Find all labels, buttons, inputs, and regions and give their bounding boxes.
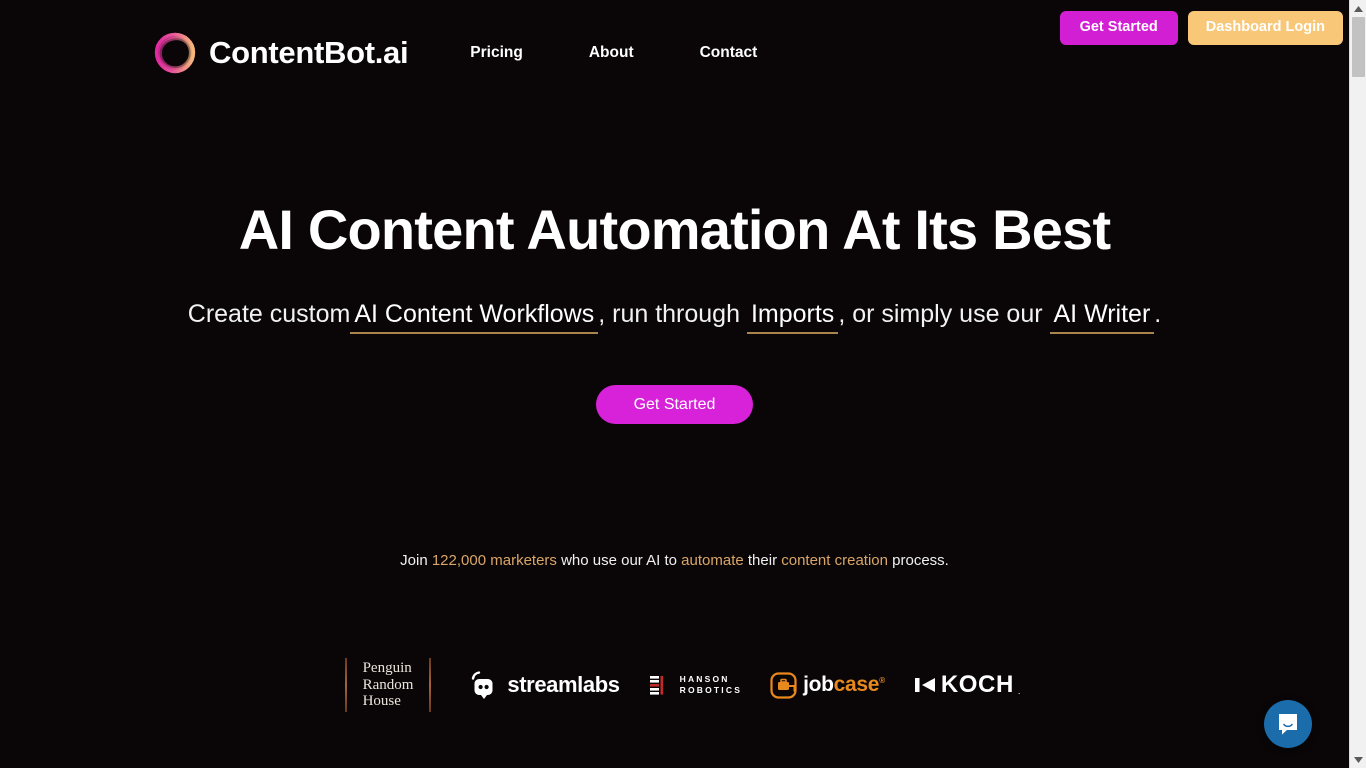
scrollbar-down-arrow[interactable] <box>1350 751 1366 768</box>
browser-page: Get Started Dashboard Login ContentBot.a… <box>0 0 1366 768</box>
nav-item-contact[interactable]: Contact <box>700 38 758 68</box>
site-header: ContentBot.ai Pricing About Contact <box>0 30 1349 76</box>
hero-sub-part-4: , or simply use our <box>838 300 1050 328</box>
koch-icon <box>914 678 935 692</box>
scrollbar-up-arrow[interactable] <box>1350 0 1366 17</box>
logo-penguin-random-house: Penguin Random House <box>363 660 414 710</box>
hero-title: AI Content Automation At Its Best <box>238 198 1111 261</box>
jobcase-registered-mark: ® <box>879 676 885 685</box>
social-proof-part-4: their <box>743 552 782 569</box>
social-proof-part-2: who use our AI to <box>556 552 682 569</box>
logo-streamlabs: streamlabs <box>469 670 620 700</box>
logo-divider-left <box>344 658 347 712</box>
jobcase-word-case: case <box>833 673 880 696</box>
nav-item-pricing[interactable]: Pricing <box>470 38 523 68</box>
main-navigation: Pricing About Contact <box>470 38 823 68</box>
hanson-robotics-wordmark: HANSON ROBOTICS <box>680 674 742 696</box>
hero-sub-part-2: , run through <box>598 300 747 328</box>
jobcase-wordmark: jobcase® <box>803 673 885 697</box>
brand-logo-link[interactable]: ContentBot.ai <box>152 30 409 76</box>
gradient-ring-icon <box>154 32 196 74</box>
chevron-up-icon <box>1354 5 1363 12</box>
prh-line-3: House <box>362 693 401 710</box>
streamlabs-wordmark: streamlabs <box>507 672 620 697</box>
hero-subtitle: Create custom AI Content Workflows, run t… <box>0 298 1349 334</box>
logo-hanson-robotics: HANSON ROBOTICS <box>649 674 742 696</box>
scrollbar-thumb[interactable] <box>1352 17 1365 77</box>
logo-jobcase: jobcase® <box>770 671 885 699</box>
social-proof-part-6: process. <box>887 552 949 569</box>
logo-koch: KOCH . <box>914 671 1021 699</box>
koch-trademark: . <box>1017 686 1021 696</box>
hero-link-ai-writer[interactable]: AI Writer <box>1049 300 1155 334</box>
hero-link-ai-content-workflows[interactable]: AI Content Workflows <box>350 300 599 334</box>
page-viewport: Get Started Dashboard Login ContentBot.a… <box>0 0 1349 768</box>
hero-sub-part-0: Create custom <box>187 300 351 328</box>
social-proof-marketers: 122,000 marketers <box>431 552 557 569</box>
chevron-down-icon <box>1354 756 1363 763</box>
jobcase-word-job: job <box>803 673 834 696</box>
social-proof-part-0: Join <box>400 552 432 569</box>
hanson-line-1: HANSON <box>679 674 730 684</box>
prh-line-2: Random <box>362 676 414 693</box>
logo-divider-mid <box>429 658 432 712</box>
hero-sub-part-6: . <box>1154 300 1162 328</box>
nav-item-about[interactable]: About <box>589 38 634 68</box>
streamlabs-icon <box>472 671 493 699</box>
client-logo-strip: Penguin Random House streamlabs HANSON R… <box>0 658 1349 712</box>
chat-launcher-button[interactable] <box>1264 700 1312 748</box>
hanson-robotics-icon <box>649 676 663 695</box>
koch-wordmark: KOCH <box>940 671 1014 698</box>
prh-line-1: Penguin <box>362 660 412 677</box>
page-scrollbar[interactable] <box>1349 0 1366 768</box>
get-started-button-hero[interactable]: Get Started <box>596 385 753 424</box>
social-proof-text: Join 122,000 marketers who use our AI to… <box>0 552 1349 569</box>
social-proof-content-creation: content creation <box>781 552 888 569</box>
hanson-line-2: ROBOTICS <box>679 685 743 695</box>
social-proof-automate: automate <box>681 552 744 569</box>
hero-link-imports[interactable]: Imports <box>746 300 839 334</box>
intercom-chat-icon <box>1279 714 1297 735</box>
jobcase-icon <box>770 671 797 699</box>
brand-name: ContentBot.ai <box>209 35 409 70</box>
